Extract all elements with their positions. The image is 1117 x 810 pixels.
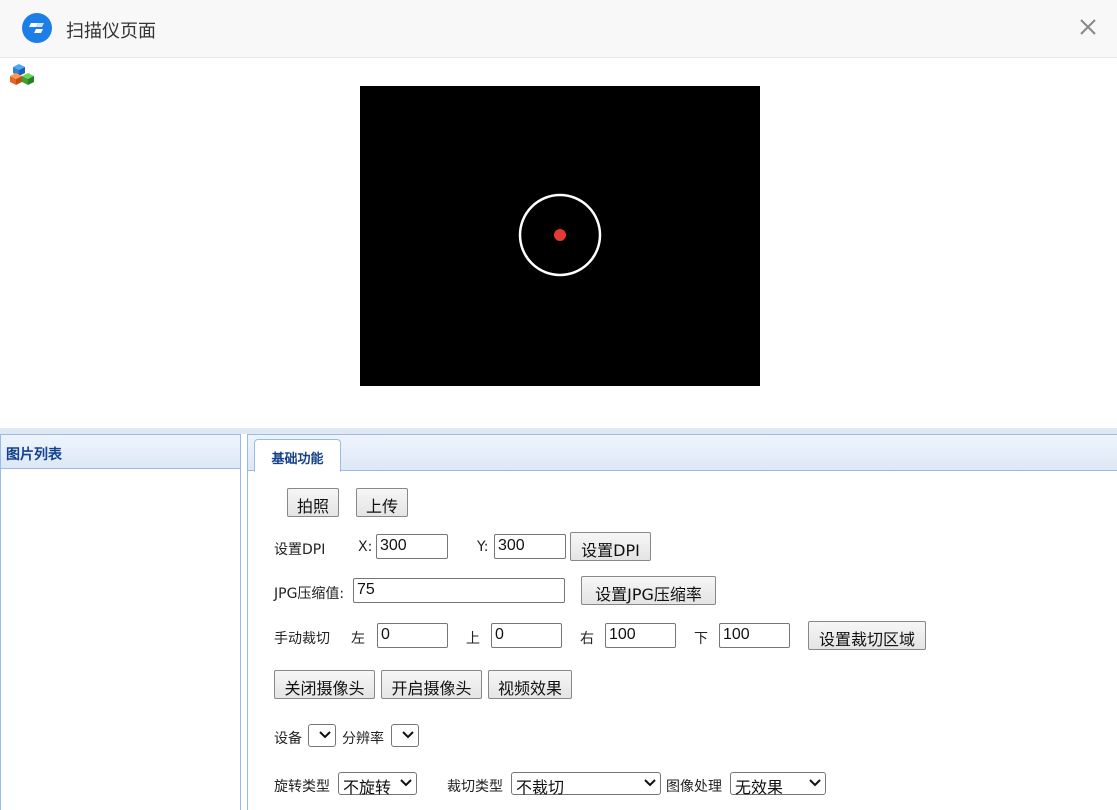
rotate-label: 旋转类型 (274, 779, 330, 795)
dpi-x-input[interactable]: 300 (376, 534, 448, 559)
image-list-title: 图片列表 (1, 435, 240, 469)
image-proc-label: 图像处理 (666, 779, 722, 795)
upload-button[interactable]: 上传 (356, 488, 408, 517)
crop-top-label: 上 (466, 631, 480, 647)
window-title: 扫描仪页面 (66, 21, 156, 42)
capture-button[interactable]: 拍照 (287, 488, 339, 517)
crop-bottom-label: 下 (694, 631, 708, 647)
crop-bottom-input[interactable]: 100 (719, 623, 790, 648)
crop-type-label: 裁切类型 (447, 779, 503, 795)
camera-preview (360, 86, 760, 386)
dpi-y-input[interactable]: 300 (494, 534, 566, 559)
jpg-quality-input[interactable]: 75 (353, 578, 565, 603)
crop-right-label: 右 (580, 631, 594, 647)
tab-basic-functions[interactable]: 基础功能 (254, 439, 341, 472)
crop-type-select-value: 不裁切 (516, 778, 565, 797)
crop-top-input[interactable]: 0 (491, 623, 562, 648)
chevron-down-icon (644, 779, 656, 787)
image-list-panel: 图片列表 (0, 434, 241, 810)
app-logo-icon (22, 13, 52, 43)
close-icon[interactable] (1075, 14, 1101, 40)
crop-type-select[interactable]: 不裁切 (511, 772, 661, 797)
resolution-select[interactable] (391, 724, 419, 747)
cubes-icon[interactable] (10, 63, 36, 85)
chevron-down-icon (319, 731, 331, 739)
set-jpg-button[interactable]: 设置JPG压缩率 (581, 576, 716, 605)
crop-left-label: 左 (351, 631, 365, 647)
controls-panel: 基础功能 拍照 上传 设置DPI X: 300 Y: 300 设置DPI JPG… (247, 434, 1117, 810)
image-proc-select[interactable]: 无效果 (730, 772, 826, 797)
dpi-label: 设置DPI (274, 542, 326, 558)
close-camera-button[interactable]: 关闭摄像头 (274, 670, 375, 699)
chevron-down-icon (402, 731, 414, 739)
image-proc-select-value: 无效果 (735, 778, 784, 797)
resolution-label: 分辨率 (342, 731, 384, 747)
device-select[interactable] (308, 724, 336, 747)
chevron-down-icon (400, 779, 412, 787)
device-label: 设备 (274, 731, 302, 747)
crop-label: 手动裁切 (274, 631, 330, 647)
chevron-down-icon (809, 779, 821, 787)
tab-strip: 基础功能 (248, 435, 1117, 472)
open-camera-button[interactable]: 开启摄像头 (381, 670, 482, 699)
set-crop-button[interactable]: 设置裁切区域 (808, 621, 926, 650)
crop-left-input[interactable]: 0 (377, 623, 448, 648)
rotate-select[interactable]: 不旋转 (338, 772, 417, 797)
dpi-y-label: Y: (477, 539, 489, 555)
dpi-x-label: X: (358, 539, 373, 555)
video-effect-button[interactable]: 视频效果 (488, 670, 572, 699)
focus-dot (554, 229, 566, 241)
rotate-select-value: 不旋转 (343, 778, 392, 797)
set-dpi-button[interactable]: 设置DPI (570, 532, 651, 561)
jpg-label: JPG压缩值: (274, 586, 345, 602)
title-bar: 扫描仪页面 (0, 0, 1117, 58)
crop-right-input[interactable]: 100 (605, 623, 676, 648)
